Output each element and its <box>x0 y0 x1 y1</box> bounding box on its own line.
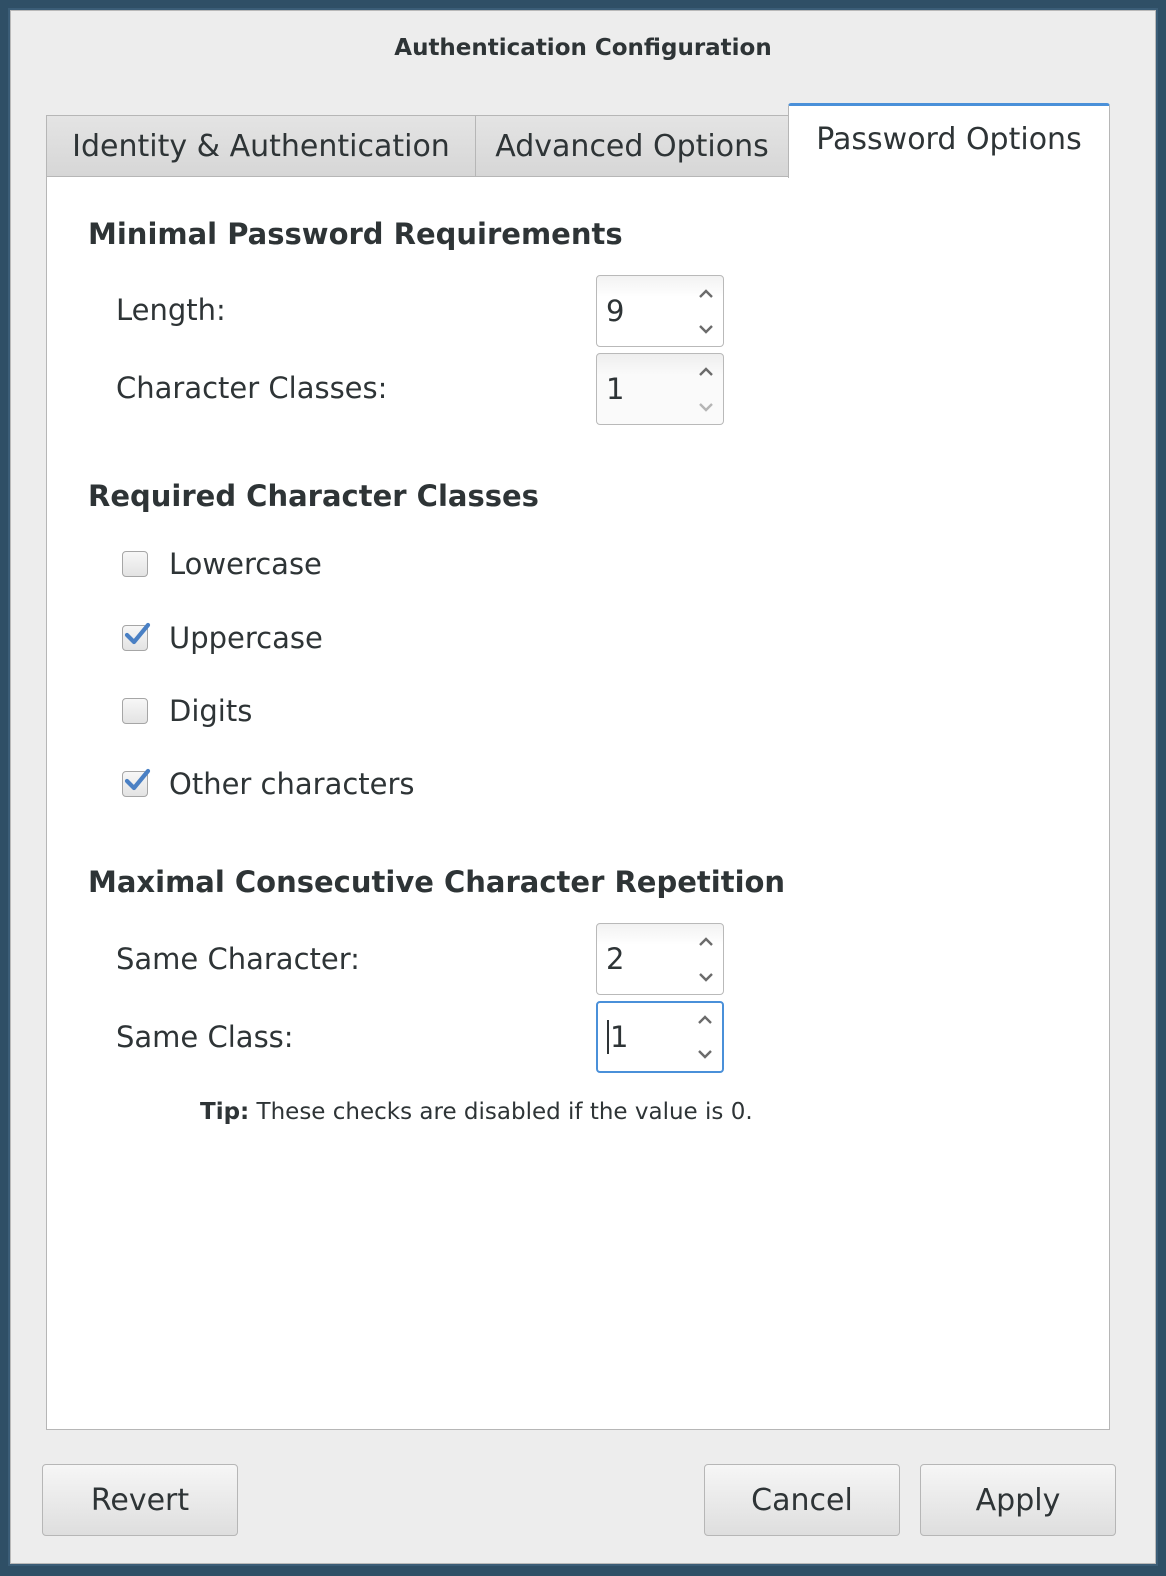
lowercase-checkbox-row[interactable]: Lowercase <box>122 547 322 581</box>
checkmark-icon <box>124 768 151 791</box>
revert-label: Revert <box>90 1482 190 1518</box>
chevron-up-icon[interactable] <box>689 276 723 311</box>
same-character-label: Same Character: <box>116 942 360 976</box>
password-options-panel: Minimal Password Requirements Length: 9 … <box>46 176 1110 1430</box>
tab-password-options[interactable]: Password Options <box>788 103 1110 178</box>
title-bar[interactable]: Authentication Configuration <box>11 11 1155 89</box>
chevron-up-icon[interactable] <box>689 924 723 959</box>
other-characters-label: Other characters <box>169 767 415 801</box>
spin-arrows <box>689 276 723 346</box>
tip-prefix: Tip: <box>200 1099 250 1125</box>
revert-button[interactable]: Revert <box>42 1464 238 1536</box>
length-value[interactable]: 9 <box>597 276 689 346</box>
spin-arrows <box>689 924 723 994</box>
tab-advanced-options[interactable]: Advanced Options <box>475 115 789 177</box>
same-class-label: Same Class: <box>116 1020 294 1054</box>
same-class-spinbutton[interactable]: 1 <box>596 1001 724 1073</box>
other-characters-checkbox[interactable] <box>122 768 151 797</box>
tab-label: Advanced Options <box>495 129 769 164</box>
dialog-window: Authentication Configuration Identity & … <box>10 10 1156 1564</box>
apply-button[interactable]: Apply <box>920 1464 1116 1536</box>
section-title-minimal-requirements: Minimal Password Requirements <box>88 217 623 251</box>
tab-label: Identity & Authentication <box>72 129 450 164</box>
same-character-spinbutton[interactable]: 2 <box>596 923 724 995</box>
same-character-value[interactable]: 2 <box>597 924 689 994</box>
uppercase-checkbox-row[interactable]: Uppercase <box>122 621 323 655</box>
digits-checkbox-row[interactable]: Digits <box>122 694 252 728</box>
digits-label: Digits <box>169 694 253 728</box>
apply-label: Apply <box>975 1482 1061 1518</box>
uppercase-checkbox[interactable] <box>122 622 151 651</box>
tip-body: These checks are disabled if the value i… <box>249 1099 753 1125</box>
spin-arrows <box>689 354 723 424</box>
tab-label: Password Options <box>816 121 1082 157</box>
length-spinbutton[interactable]: 9 <box>596 275 724 347</box>
checkmark-icon <box>124 622 151 645</box>
tip-text: Tip: These checks are disabled if the va… <box>200 1099 753 1125</box>
character-classes-value[interactable]: 1 <box>597 354 689 424</box>
window-title: Authentication Configuration <box>394 35 772 61</box>
tab-identity-authentication[interactable]: Identity & Authentication <box>46 115 476 177</box>
chevron-up-icon[interactable] <box>688 1003 722 1037</box>
same-class-value: 1 <box>610 1020 629 1054</box>
other-characters-checkbox-row[interactable]: Other characters <box>122 767 415 801</box>
lowercase-label: Lowercase <box>169 547 322 581</box>
chevron-down-icon[interactable] <box>689 389 723 424</box>
chevron-down-icon[interactable] <box>688 1037 722 1071</box>
same-class-field[interactable]: 1 <box>598 1003 688 1071</box>
character-classes-spinbutton[interactable]: 1 <box>596 353 724 425</box>
text-cursor <box>607 1020 609 1054</box>
character-classes-label: Character Classes: <box>116 371 388 405</box>
chevron-down-icon[interactable] <box>689 959 723 994</box>
lowercase-checkbox[interactable] <box>122 551 148 577</box>
chevron-up-icon[interactable] <box>689 354 723 389</box>
section-title-repetition: Maximal Consecutive Character Repetition <box>88 865 786 899</box>
cancel-label: Cancel <box>751 1482 853 1518</box>
chevron-down-icon[interactable] <box>689 311 723 346</box>
digits-checkbox[interactable] <box>122 698 148 724</box>
section-title-required-classes: Required Character Classes <box>88 479 539 513</box>
uppercase-label: Uppercase <box>169 621 323 655</box>
cancel-button[interactable]: Cancel <box>704 1464 900 1536</box>
length-label: Length: <box>116 293 226 327</box>
spin-arrows <box>688 1003 722 1071</box>
